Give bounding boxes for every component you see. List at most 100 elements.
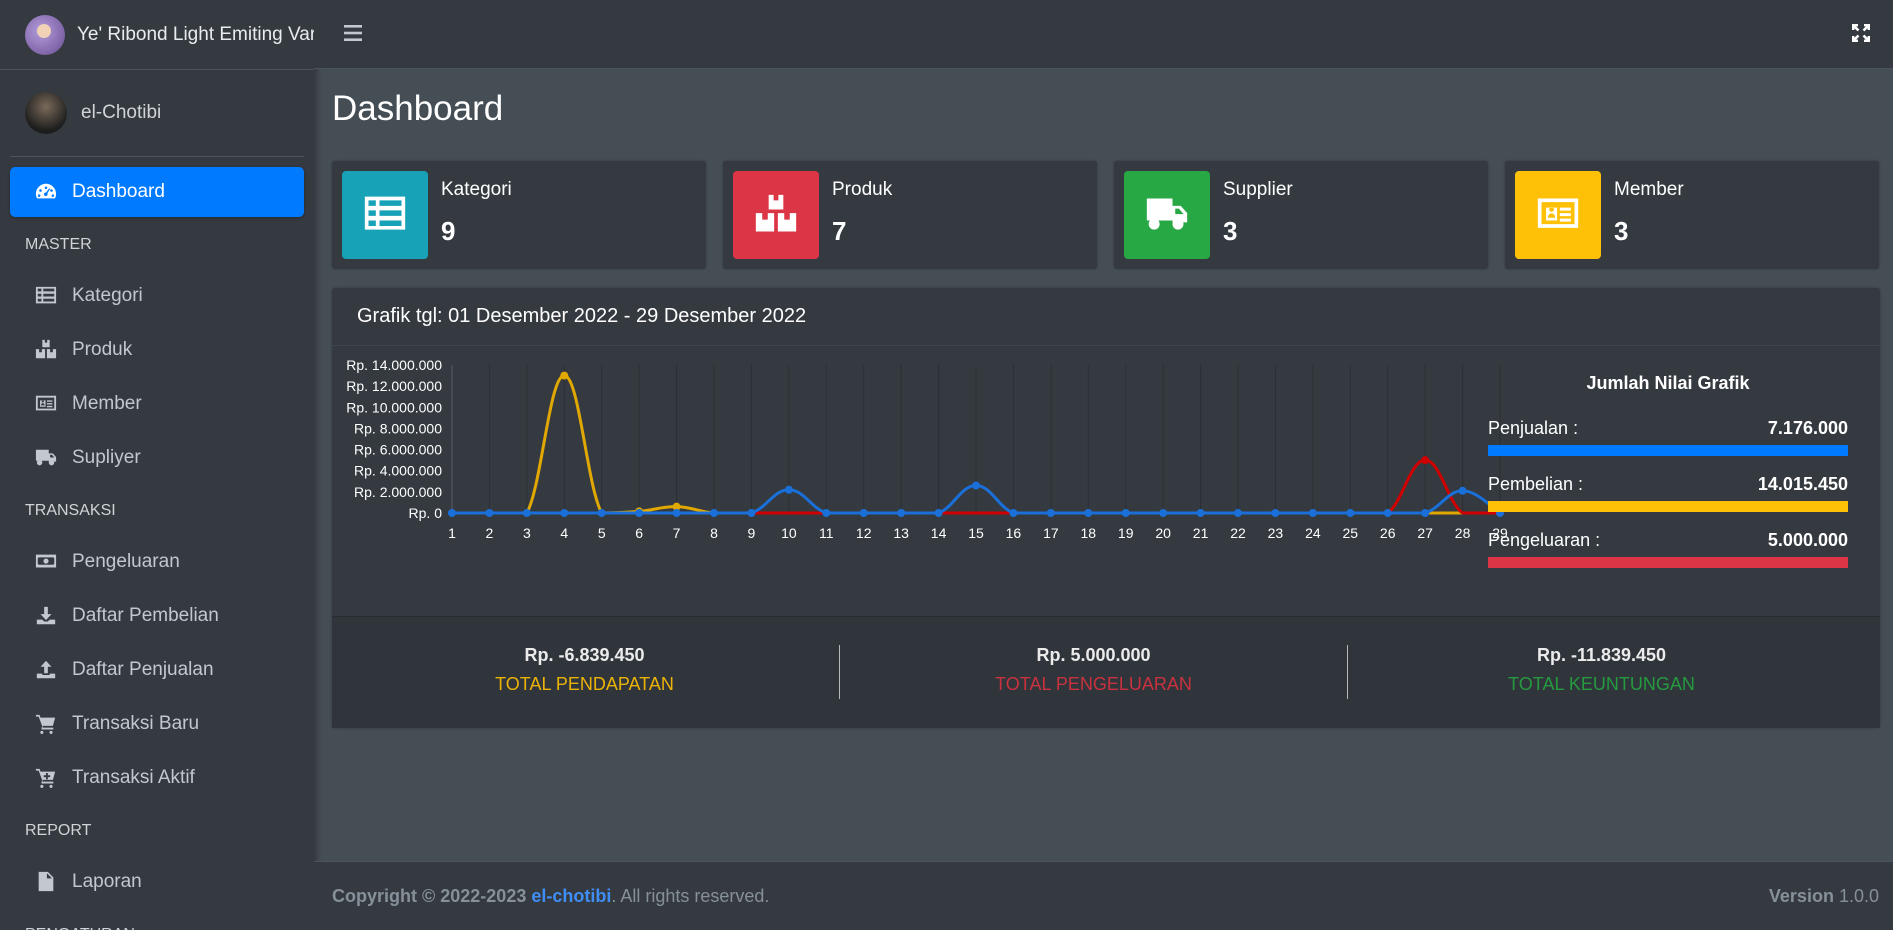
table-list-icon — [342, 171, 428, 259]
x-tick-label: 19 — [1118, 525, 1134, 541]
sidebar-item-label: Laporan — [72, 871, 142, 892]
x-tick-label: 27 — [1417, 525, 1433, 541]
data-point — [597, 509, 606, 517]
avatar — [25, 92, 67, 134]
page-footer: Copyright © 2022-2023 el-chotibi. All ri… — [314, 861, 1893, 930]
info-box-produk: Produk 7 — [723, 161, 1097, 269]
line-chart: Rp. 0 Rp. 2.000.000 Rp. 4.000.000 Rp. 6.000… — [332, 345, 1522, 610]
chart-card-title: Grafik tgl: 01 Desember 2022 - 29 Desemb… — [332, 288, 1880, 346]
sidebar-item-member[interactable]: Member — [10, 379, 304, 429]
data-point — [560, 509, 569, 517]
y-tick-label: Rp. 6.000.000 — [354, 442, 442, 458]
info-box-kategori: Kategori 9 — [332, 161, 706, 269]
x-tick-label: 9 — [748, 525, 756, 541]
total-label: TOTAL PENDAPATAN — [495, 674, 674, 694]
hamburger-menu-icon[interactable] — [342, 22, 364, 44]
x-tick-label: 25 — [1342, 525, 1358, 541]
data-point — [1009, 509, 1018, 517]
data-point — [897, 509, 906, 517]
total-value: Rp. -11.839.450 — [1536, 645, 1667, 665]
chart-svg: Rp. 0 Rp. 2.000.000 Rp. 4.000.000 Rp. 6.000… — [346, 357, 1508, 541]
x-tick-label: 10 — [781, 525, 797, 541]
data-point — [710, 509, 718, 517]
data-point — [1159, 509, 1168, 517]
money-bill-icon — [34, 551, 58, 573]
download-icon — [34, 605, 58, 627]
user-panel[interactable]: el-Chotibi — [10, 70, 304, 157]
info-box-label: Supplier — [1223, 179, 1293, 200]
rights-text: . All rights reserved. — [611, 885, 770, 906]
version-label: Version — [1768, 885, 1834, 906]
cubes-icon — [34, 339, 58, 361]
total-value: Rp. -6.839.450 — [524, 645, 645, 665]
nav-header-report: REPORT — [25, 822, 92, 839]
summary-row: Penjualan : 7.176.000 — [1488, 418, 1848, 456]
data-point — [1421, 456, 1430, 465]
brand-link[interactable]: Ye' Ribond Light Emiting Vari — [0, 0, 314, 70]
data-point — [672, 509, 681, 517]
sidebar-item-transaksi-baru[interactable]: Transaksi Baru — [10, 699, 304, 749]
data-point — [448, 509, 456, 517]
truck-icon — [34, 447, 58, 469]
copyright: Copyright © 2022-2023 el-chotibi. All ri… — [332, 886, 769, 907]
summary-value: 14.015.450 — [1757, 474, 1848, 494]
sidebar-item-pengeluaran[interactable]: Pengeluaran — [10, 537, 304, 587]
fullscreen-expand-icon[interactable] — [1851, 23, 1871, 43]
chart-card: Grafik tgl: 01 Desember 2022 - 29 Desemb… — [332, 288, 1880, 728]
x-tick-label: 3 — [523, 525, 531, 541]
summary-label: Penjualan : — [1488, 418, 1579, 438]
info-box-label: Kategori — [441, 179, 512, 200]
sidebar-item-label: Kategori — [72, 285, 143, 306]
data-point — [1308, 509, 1317, 517]
info-box-label: Produk — [832, 179, 893, 200]
data-point — [1346, 509, 1355, 517]
sidebar-item-supliyer[interactable]: Supliyer — [10, 433, 304, 483]
sidebar-nav: Dashboard MASTER Kategori Produk Member Supli… — [0, 157, 314, 930]
sidebar-item-label: Transaksi Baru — [72, 713, 200, 734]
sidebar-item-label: Supliyer — [72, 447, 141, 468]
sidebar-item-daftar-penjualan[interactable]: Daftar Penjualan — [10, 645, 304, 695]
sidebar-item-daftar-pembelian[interactable]: Daftar Pembelian — [10, 591, 304, 641]
cubes-icon — [733, 171, 819, 259]
table-list-icon — [34, 285, 58, 307]
x-tick-label: 6 — [635, 525, 643, 541]
sidebar-item-dashboard[interactable]: Dashboard — [10, 167, 304, 217]
summary-value: 5.000.000 — [1767, 530, 1848, 550]
data-point — [635, 509, 644, 517]
data-point — [822, 509, 831, 517]
sidebar-item-label: Pengeluaran — [72, 551, 180, 572]
cart-plus-icon — [34, 767, 58, 789]
nav-header-master: MASTER — [25, 236, 92, 253]
data-point — [1046, 509, 1055, 517]
file-icon — [34, 871, 58, 893]
x-tick-label: 11 — [819, 525, 834, 541]
sidebar-item-produk[interactable]: Produk — [10, 325, 304, 375]
sidebar-item-kategori[interactable]: Kategori — [10, 271, 304, 321]
truck-icon — [1124, 171, 1210, 259]
sidebar-item-transaksi-aktif[interactable]: Transaksi Aktif — [10, 753, 304, 803]
data-point — [1084, 509, 1093, 517]
x-tick-label: 26 — [1380, 525, 1396, 541]
y-tick-label: Rp. 10.000.000 — [346, 399, 442, 415]
divider — [1347, 645, 1348, 699]
y-tick-label: Rp. 8.000.000 — [354, 420, 442, 436]
info-box-label: Member — [1614, 179, 1684, 200]
y-tick-label: Rp. 4.000.000 — [354, 463, 442, 479]
id-card-icon — [34, 393, 58, 415]
total-label: TOTAL PENGELUARAN — [995, 674, 1192, 694]
summary-bar — [1488, 501, 1848, 512]
sidebar-item-label: Daftar Penjualan — [72, 659, 214, 680]
x-tick-label: 21 — [1193, 525, 1209, 541]
author-link[interactable]: el-chotibi — [531, 886, 611, 906]
page-title: Dashboard — [332, 89, 504, 128]
sidebar-item-laporan[interactable]: Laporan — [10, 857, 304, 907]
user-name[interactable]: el-Chotibi — [81, 102, 161, 124]
y-tick-label: Rp. 2.000.000 — [354, 484, 442, 500]
data-point — [784, 485, 793, 494]
version: Version 1.0.0 — [1769, 886, 1879, 907]
total-label: TOTAL KEUNTUNGAN — [1508, 674, 1695, 694]
brand-title: Ye' Ribond Light Emiting Vari — [77, 23, 314, 45]
total-value: Rp. 5.000.000 — [1036, 645, 1151, 665]
summary-bar — [1488, 445, 1848, 456]
sidebar-item-label: Dashboard — [72, 181, 165, 202]
